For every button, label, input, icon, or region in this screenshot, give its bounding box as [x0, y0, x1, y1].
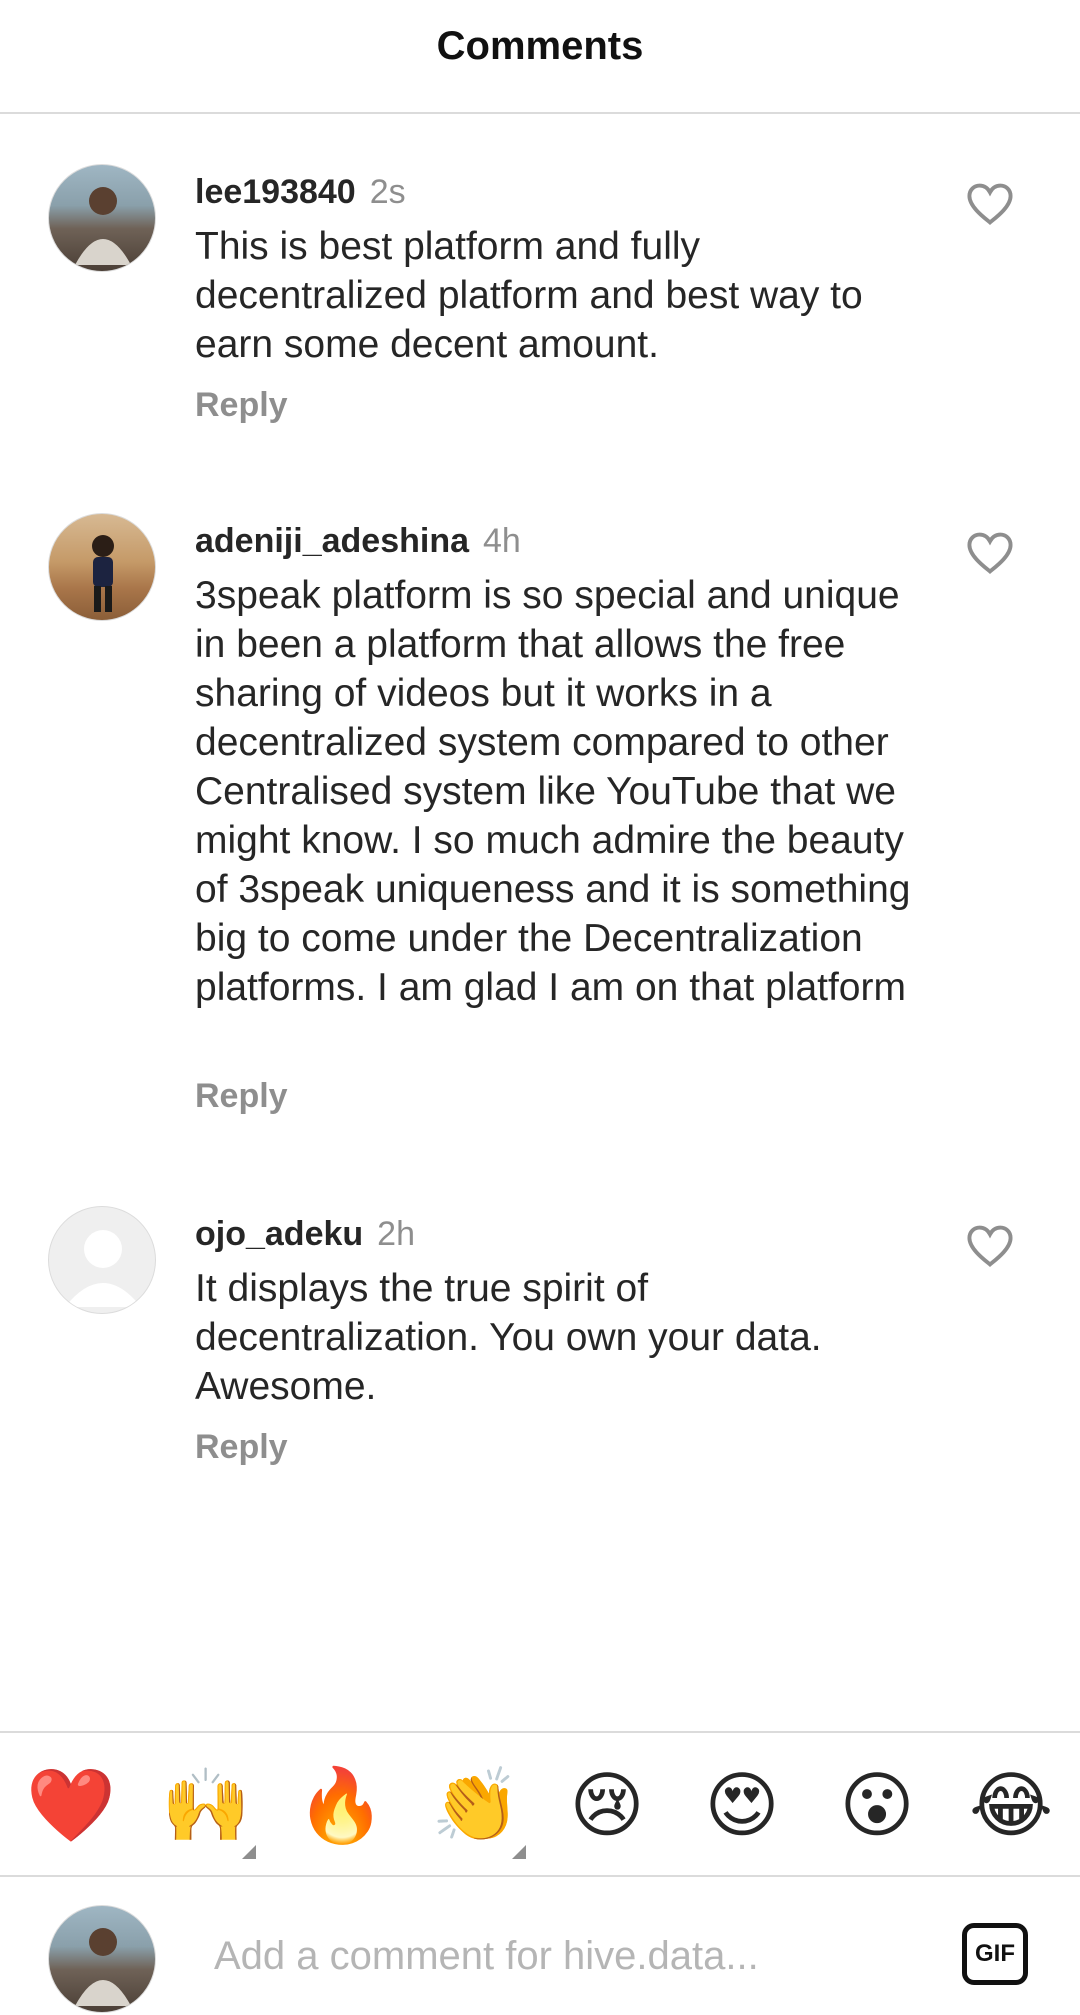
reply-button[interactable]: Reply [195, 386, 288, 425]
comment-text: 3speak platform is so special and unique… [195, 574, 911, 1009]
page-title: Comments [436, 24, 644, 68]
emoji-reaction-bar: ❤️ 🙌 🔥 👏 😢 😍 😮 😂 [0, 1731, 1080, 1877]
gif-button[interactable]: GIF [962, 1923, 1028, 1985]
current-user-avatar [48, 1905, 156, 2013]
comment-time: 2h [377, 1215, 415, 1253]
like-heart-icon[interactable] [964, 178, 1016, 230]
default-avatar-icon[interactable] [48, 1206, 156, 1314]
comment-time: 4h [483, 522, 521, 560]
red-heart-emoji-button[interactable]: ❤️ [26, 1763, 116, 1847]
clapping-hands-emoji-button[interactable]: 👏 [431, 1763, 521, 1847]
comment-username[interactable]: lee193840 [195, 173, 356, 211]
heart-eyes-emoji-button[interactable]: 😍 [700, 1763, 784, 1847]
reply-button[interactable]: Reply [195, 1077, 288, 1116]
comment-text: It displays the true spirit of decentral… [195, 1267, 822, 1408]
like-heart-icon[interactable] [964, 527, 1016, 579]
surprised-face-emoji-button[interactable]: 😮 [835, 1763, 919, 1847]
like-heart-icon[interactable] [964, 1220, 1016, 1272]
skin-tone-indicator-icon [512, 1845, 526, 1859]
comment-username[interactable]: adeniji_adeshina [195, 522, 469, 560]
comment-username[interactable]: ojo_adeku [195, 1215, 363, 1253]
comment-meta: adeniji_adeshina 4h [195, 519, 521, 563]
reply-button[interactable]: Reply [195, 1428, 288, 1467]
comment-text: This is best platform and fully decentra… [195, 225, 863, 366]
comments-header: Comments [0, 0, 1080, 114]
skin-tone-indicator-icon [242, 1845, 256, 1859]
fire-emoji-button[interactable]: 🔥 [296, 1763, 386, 1847]
comment-meta: ojo_adeku 2h [195, 1212, 415, 1256]
comment-input[interactable] [214, 1921, 914, 1991]
comment-composer: GIF [0, 1877, 1080, 2015]
crying-face-emoji-button[interactable]: 😢 [565, 1763, 649, 1847]
raising-hands-emoji-button[interactable]: 🙌 [161, 1763, 251, 1847]
avatar[interactable] [48, 164, 156, 272]
comment-time: 2s [369, 173, 406, 211]
tears-of-joy-emoji-button[interactable]: 😂 [969, 1763, 1053, 1847]
comment-meta: lee193840 2s [195, 170, 406, 214]
avatar[interactable] [48, 513, 156, 621]
